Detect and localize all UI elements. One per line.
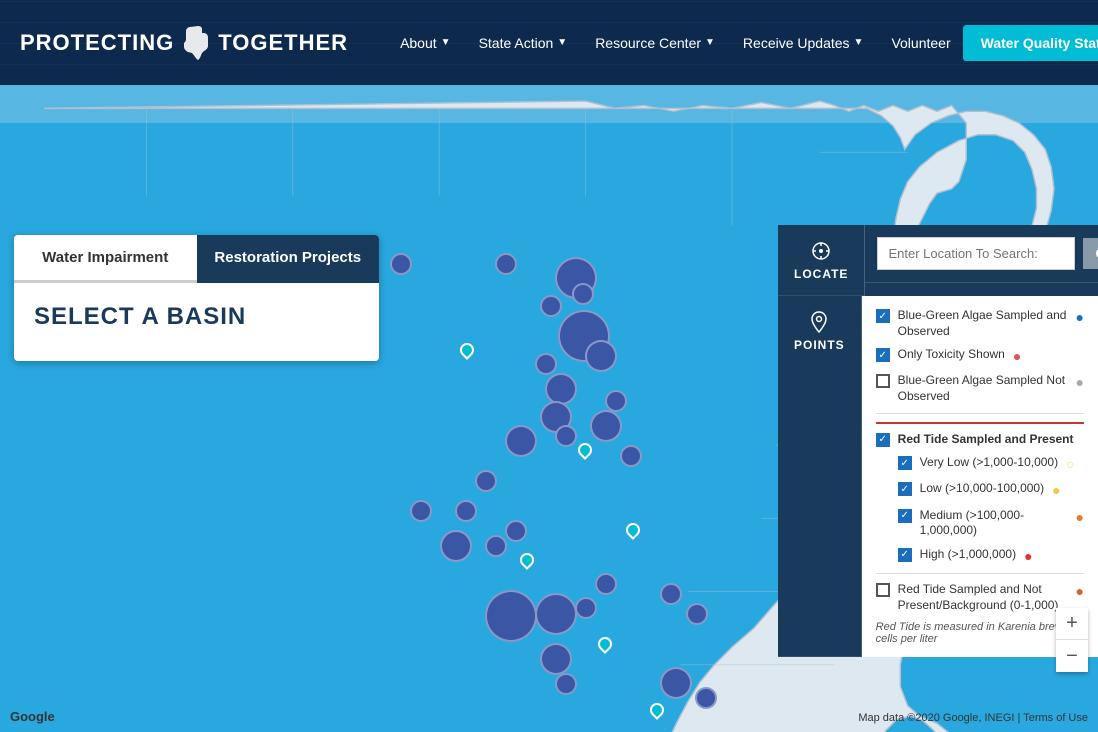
map-marker[interactable] <box>540 643 572 675</box>
map-marker[interactable] <box>555 673 577 695</box>
map-marker[interactable] <box>555 425 577 447</box>
logo[interactable]: PROTECTING TOGETHER <box>20 25 348 61</box>
search-row: Go OR ➤ Find Me <box>865 225 1098 283</box>
divider <box>876 413 1084 414</box>
tab-water-impairment[interactable]: Water Impairment <box>14 235 197 283</box>
map-marker[interactable] <box>590 410 622 442</box>
legend-item: Blue-Green Algae Sampled Not Observed ● <box>876 373 1084 404</box>
nav-about[interactable]: About ▼ <box>388 29 463 57</box>
legend-item: Medium (>100,000-1,000,000) ● <box>876 508 1084 539</box>
map-marker[interactable] <box>390 253 412 275</box>
map-marker[interactable] <box>605 390 627 412</box>
dot-icon: ○ <box>1066 455 1074 473</box>
map-marker[interactable] <box>485 535 507 557</box>
map-marker[interactable] <box>440 530 472 562</box>
left-panel: Water Impairment Restoration Projects SE… <box>14 235 379 361</box>
dot-icon: ● <box>1076 308 1084 326</box>
legend-checkbox[interactable] <box>898 548 912 562</box>
panel-body: SELECT A BASIN <box>14 283 379 361</box>
legend-item: Low (>10,000-100,000) ● <box>876 481 1084 499</box>
dot-icon: ● <box>1076 373 1084 391</box>
map-marker[interactable] <box>495 253 517 275</box>
chevron-down-icon: ▼ <box>705 37 715 48</box>
map-marker[interactable] <box>505 425 537 457</box>
legend-checkbox[interactable] <box>876 348 890 362</box>
chevron-down-icon: ▼ <box>854 37 864 48</box>
florida-icon <box>182 25 210 61</box>
tab-bar: Water Impairment Restoration Projects <box>14 235 379 283</box>
legend-item: Only Toxicity Shown ● <box>876 347 1084 365</box>
map-marker[interactable] <box>585 340 617 372</box>
go-button[interactable]: Go <box>1083 238 1098 269</box>
google-watermark: Google <box>10 709 55 724</box>
map-marker[interactable] <box>455 500 477 522</box>
map-marker[interactable] <box>545 373 577 405</box>
location-search-input[interactable] <box>877 237 1075 270</box>
zoom-in-button[interactable]: + <box>1056 608 1088 640</box>
map-marker[interactable] <box>410 500 432 522</box>
logo-text-together: TOGETHER <box>218 30 348 56</box>
map-marker[interactable] <box>475 470 497 492</box>
water-quality-button[interactable]: Water Quality Status ▼ <box>963 25 1098 61</box>
tab-restoration-projects[interactable]: Restoration Projects <box>197 235 380 283</box>
legend-checkbox[interactable] <box>876 374 890 388</box>
map-container: Great Bahama Grand Bahama Water I <box>0 85 1098 732</box>
points-button[interactable]: POINTS <box>778 296 862 657</box>
legend-checkbox[interactable] <box>876 433 890 447</box>
legend-item: Blue-Green Algae Sampled and Observed ● <box>876 308 1084 339</box>
dot-icon: ● <box>1076 582 1084 600</box>
map-marker[interactable] <box>575 597 597 619</box>
dot-icon: ● <box>1013 347 1021 365</box>
legend-item: Red Tide Sampled and Present <box>876 432 1084 448</box>
map-marker[interactable] <box>595 573 617 595</box>
legend-checkbox[interactable] <box>898 509 912 523</box>
locate-label: LOCATE <box>794 267 848 281</box>
map-marker[interactable] <box>505 520 527 542</box>
zoom-controls: + − <box>1056 608 1088 672</box>
map-marker[interactable] <box>660 583 682 605</box>
locate-button[interactable]: LOCATE <box>778 225 865 296</box>
map-marker[interactable] <box>535 593 577 635</box>
legend-checkbox[interactable] <box>898 456 912 470</box>
logo-text-protecting: PROTECTING <box>20 30 174 56</box>
map-marker[interactable] <box>485 590 537 642</box>
locate-icon <box>809 239 833 263</box>
map-marker[interactable] <box>620 445 642 467</box>
zoom-out-button[interactable]: − <box>1056 640 1088 672</box>
legend-checkbox[interactable] <box>898 482 912 496</box>
points-icon <box>807 310 831 334</box>
map-marker[interactable] <box>540 295 562 317</box>
legend-checkbox[interactable] <box>876 309 890 323</box>
main-nav: About ▼ State Action ▼ Resource Center ▼… <box>388 29 963 57</box>
legend-note: Red Tide is measured in Karenia brevis c… <box>876 621 1084 645</box>
nav-receive-updates[interactable]: Receive Updates ▼ <box>731 29 876 57</box>
legend-checkbox[interactable] <box>876 583 890 597</box>
map-marker[interactable] <box>535 353 557 375</box>
legend-item: High (>1,000,000) ● <box>876 547 1084 565</box>
map-marker[interactable] <box>660 667 692 699</box>
map-data-attribution: Map data ©2020 Google, INEGI | Terms of … <box>858 712 1088 724</box>
map-marker[interactable] <box>686 603 708 625</box>
dot-icon: ● <box>1076 508 1084 526</box>
red-tide-section: Red Tide Sampled and Present Very Low (>… <box>876 422 1084 614</box>
chevron-down-icon: ▼ <box>557 37 567 48</box>
legend-item: Very Low (>1,000-10,000) ○ <box>876 455 1084 473</box>
map-marker[interactable] <box>695 687 717 709</box>
chevron-down-icon: ▼ <box>441 37 451 48</box>
legend-panel: Blue-Green Algae Sampled and Observed ● … <box>862 296 1098 657</box>
select-basin-label: SELECT A BASIN <box>34 303 359 331</box>
legend-item: Red Tide Sampled and Not Present/Backgro… <box>876 582 1084 613</box>
nav-state-action[interactable]: State Action ▼ <box>467 29 580 57</box>
dot-icon: ● <box>1052 481 1060 499</box>
nav-resource-center[interactable]: Resource Center ▼ <box>583 29 727 57</box>
right-panel: LOCATE Go OR ➤ Find Me <box>778 225 1098 657</box>
header: PROTECTING TOGETHER About ▼ State Action… <box>0 0 1098 85</box>
nav-volunteer[interactable]: Volunteer <box>879 29 962 57</box>
points-label: POINTS <box>794 338 845 352</box>
divider <box>876 573 1084 574</box>
map-marker[interactable] <box>572 283 594 305</box>
dot-icon: ● <box>1024 547 1032 565</box>
